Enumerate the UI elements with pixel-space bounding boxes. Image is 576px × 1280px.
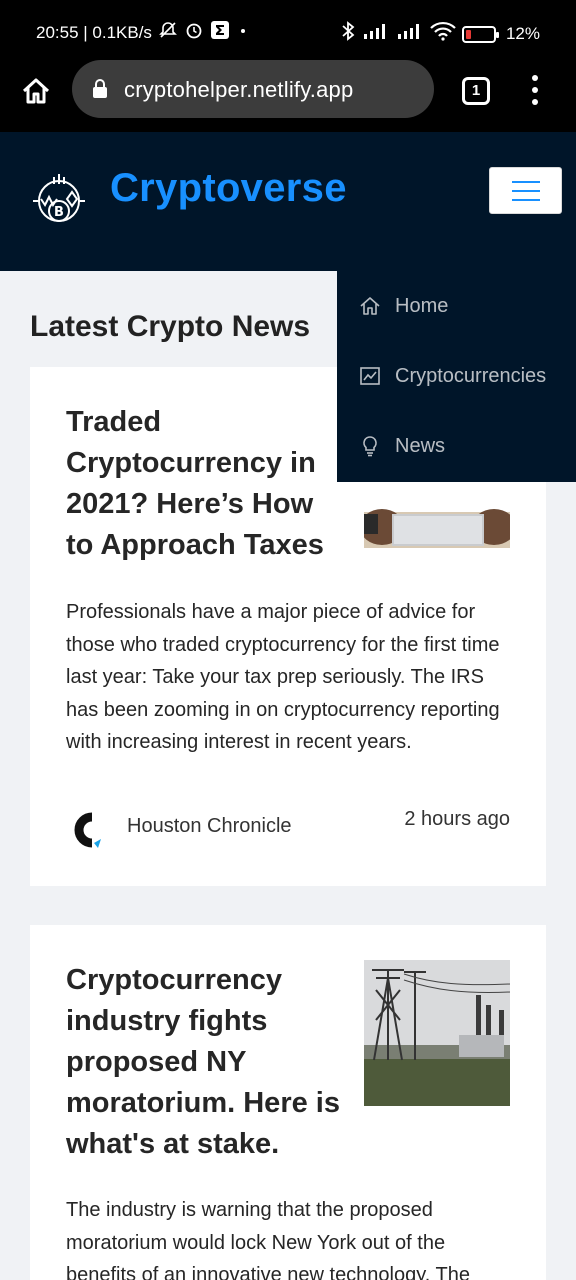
news-card-image	[364, 960, 510, 1106]
battery-percent: 12%	[505, 24, 540, 43]
page-title: Latest Crypto News	[30, 310, 311, 343]
alarm-icon	[184, 20, 204, 46]
fund-chart-icon	[360, 367, 380, 385]
news-card-description: Professionals have a major piece of advi…	[66, 601, 500, 753]
battery-level	[465, 29, 471, 39]
signal-icon	[362, 22, 390, 46]
wifi-icon	[430, 21, 456, 47]
site-header: B Cryptoverse	[0, 132, 576, 271]
browser-menu-button[interactable]	[528, 75, 542, 107]
browser-home-button[interactable]	[18, 74, 54, 110]
status-time: 20:55 | 0.1KB/s	[36, 23, 152, 42]
bluetooth-icon	[340, 20, 356, 48]
status-right: 12%	[340, 20, 540, 48]
url-text: cryptohelper.netlify.app	[124, 77, 354, 102]
news-time: 2 hours ago	[404, 808, 510, 830]
hamburger-line	[512, 190, 540, 192]
brand-title[interactable]: Cryptoverse	[110, 166, 347, 211]
battery-icon	[461, 25, 499, 43]
menu-item-label: Home	[395, 294, 449, 317]
hamburger-line	[512, 181, 540, 183]
address-bar[interactable]: cryptohelper.netlify.app	[72, 60, 434, 118]
news-source-name: Houston Chronicle	[127, 815, 292, 837]
home-icon	[360, 297, 380, 315]
menu-item-news[interactable]: News	[337, 418, 576, 474]
dot-indicator-icon	[236, 20, 250, 46]
hamburger-line	[512, 199, 540, 201]
menu-item-cryptocurrencies[interactable]: Cryptocurrencies	[337, 348, 576, 404]
tab-switcher-button[interactable]: 1	[462, 77, 490, 105]
news-card-title: Traded Cryptocurrency in 2021? Here’s Ho…	[66, 406, 324, 561]
status-left: 20:55 | 0.1KB/s	[36, 20, 250, 46]
menu-item-home[interactable]: Home	[337, 278, 576, 334]
svg-text:B: B	[54, 205, 64, 220]
nav-dropdown-menu: Home Cryptocurrencies News	[337, 271, 576, 482]
menu-item-label: Cryptocurrencies	[395, 364, 547, 387]
sigma-app-icon	[210, 20, 230, 46]
bulb-icon	[363, 436, 377, 457]
home-icon	[22, 78, 50, 104]
browser-toolbar: cryptohelper.netlify.app 1	[0, 60, 576, 132]
source-logo-icon	[66, 807, 106, 853]
news-card-title: Cryptocurrency industry fights proposed …	[66, 964, 340, 1160]
mute-alarm-icon	[158, 20, 178, 46]
news-card[interactable]: Cryptocurrency industry fights proposed …	[30, 925, 546, 1280]
signal-icon-2	[396, 22, 424, 46]
lock-icon	[93, 79, 107, 98]
menu-item-label: News	[395, 434, 446, 457]
status-bar: 20:55 | 0.1KB/s 12%	[0, 0, 576, 60]
news-card-description: The industry is warning that the propose…	[66, 1199, 470, 1280]
crypto-logo-icon: B	[33, 174, 85, 222]
menu-toggle-button[interactable]	[489, 167, 562, 214]
